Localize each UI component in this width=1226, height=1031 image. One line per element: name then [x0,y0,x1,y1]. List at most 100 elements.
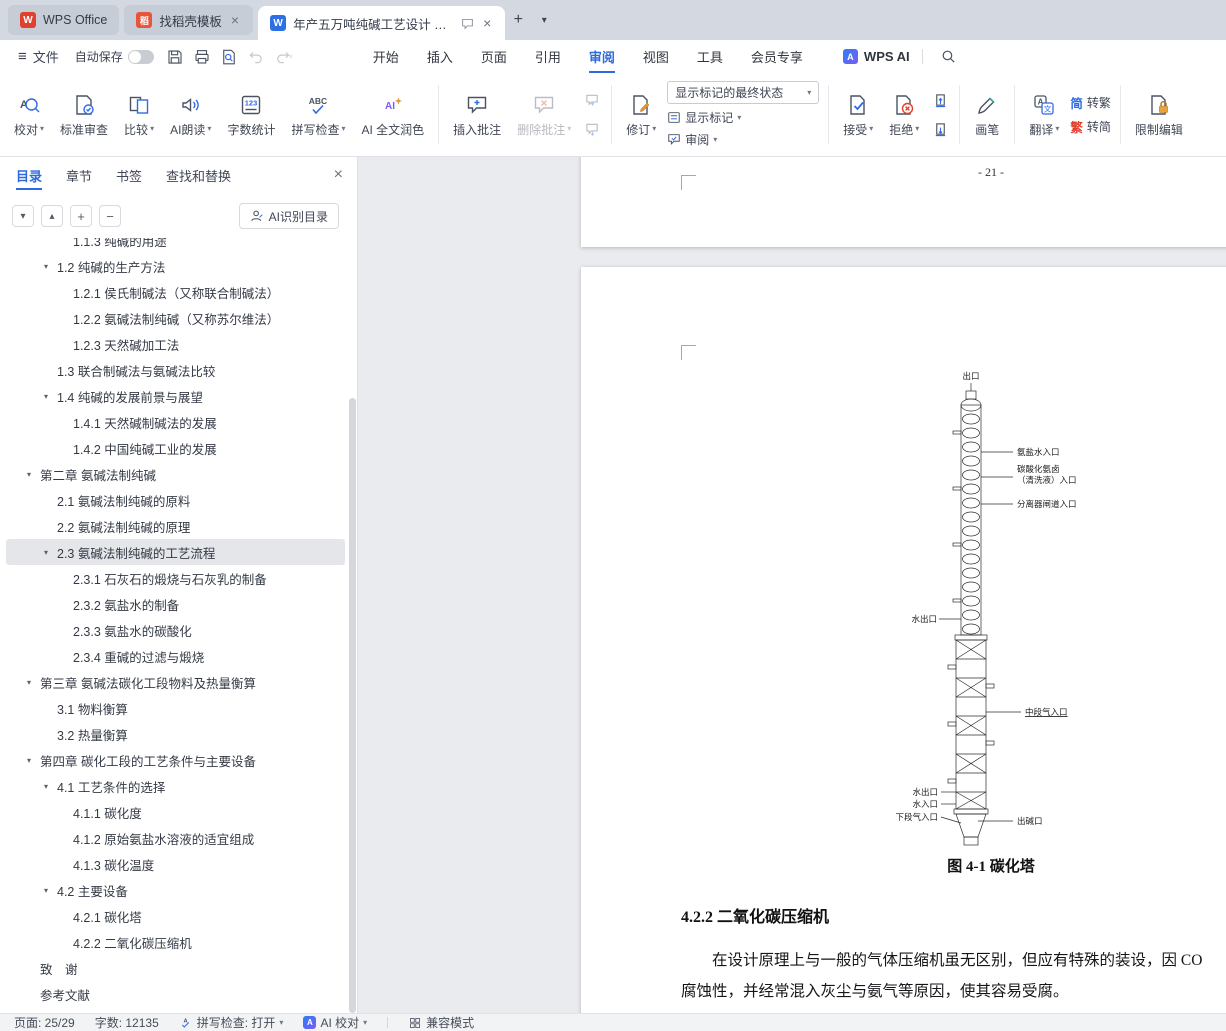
menu-tab[interactable]: 会员专享 [737,40,817,73]
autosave-control[interactable]: 自动保存 [67,48,162,65]
toc-item[interactable]: ▾ 2.2 氨碱法制纯碱的原理 [6,513,345,539]
toc-item[interactable]: ▾ 1.2 纯碱的生产方法 [6,253,345,279]
toc-item[interactable]: ▾ 4.1.1 碳化度 [6,799,345,825]
ai-proofread-status[interactable]: A AI 校对 ▾ [303,1014,367,1031]
previous-comment-button[interactable] [581,89,603,111]
expand-all-button[interactable]: ▴ [41,205,63,227]
zoom-in-toc-button[interactable]: + [70,205,92,227]
redo-button[interactable]: ▾ [270,45,297,69]
toc-item[interactable]: ▾ 1.2.1 侯氏制碱法（又称联合制碱法） [6,279,345,305]
previous-change-button[interactable] [929,89,951,111]
translate-label: 翻译 [1029,121,1053,138]
new-tab-button[interactable]: + [505,5,531,35]
reject-icon [891,92,917,118]
menu-tab[interactable]: 页面 [467,40,521,73]
toc-item[interactable]: ▾ 2.1 氨碱法制纯碱的原料 [6,487,345,513]
compare-button[interactable]: 比较▾ [116,79,162,151]
wps-ai-button[interactable]: A WPS AI [843,49,910,64]
ai-polish-button[interactable]: AI AI 全文润色 [353,79,432,151]
toc-item[interactable]: ▾ 1.4.1 天然碱制碱法的发展 [6,409,345,435]
divider [387,1017,388,1028]
insert-comment-button[interactable]: 插入批注 [445,79,509,151]
toc-scrollbar[interactable] [349,398,356,1013]
search-button[interactable] [935,45,962,69]
toc-item[interactable]: ▾ 3.2 热量衡算 [6,721,345,747]
translate-button[interactable]: A文 翻译▾ [1021,79,1067,151]
toc-item[interactable]: ▾ 1.2.3 天然碱加工法 [6,331,345,357]
show-markup-button[interactable]: 显示标记 ▾ [667,109,819,126]
toc-item[interactable]: ▾ 1.1.3 纯碱的用途 [6,238,345,253]
simplified-to-traditional-button[interactable]: 简 转繁 [1070,93,1111,112]
tab-wps-office[interactable]: W WPS Office [8,5,119,35]
next-comment-button[interactable] [581,118,603,140]
print-preview-button[interactable] [216,45,243,69]
reject-change-button[interactable]: 拒绝▾ [881,79,927,151]
sidebar-tab[interactable]: 查找和替换 [166,157,231,194]
accept-change-button[interactable]: 接受▾ [835,79,881,151]
toc-item[interactable]: ▾ 1.2.2 氨碱法制纯碱（又称苏尔维法） [6,305,345,331]
toc-item[interactable]: ▾ 2.3.3 氨盐水的碳酸化 [6,617,345,643]
traditional-to-simplified-button[interactable]: 繁 转简 [1070,117,1111,136]
toc-item[interactable]: ▾ 4.2.2 二氧化碳压缩机 [6,929,345,955]
next-change-button[interactable] [929,118,951,140]
print-button[interactable] [189,45,216,69]
save-button[interactable] [162,45,189,69]
ai-recognize-toc-button[interactable]: AI识别目录 [239,203,339,229]
collapse-all-button[interactable]: ▾ [12,205,34,227]
toc-item[interactable]: ▾ 参考文献 [6,981,345,1007]
toc-item[interactable]: ▾ 3.1 物料衡算 [6,695,345,721]
tab-document-active[interactable]: W 年产五万吨纯碱工艺设计 计算 × [258,6,505,40]
review-pane-button[interactable]: 审阅 ▾ [667,131,819,148]
zoom-out-toc-button[interactable]: − [99,205,121,227]
sidebar-tab[interactable]: 章节 [66,157,92,194]
spell-check-button[interactable]: ABC 拼写检查▾ [283,79,353,151]
sidebar-tab[interactable]: 书签 [116,157,142,194]
menu-tab[interactable]: 引用 [521,40,575,73]
spell-check-status[interactable]: A 拼写检查: 打开 ▾ [179,1014,284,1031]
menu-tab[interactable]: 插入 [413,40,467,73]
toc-item[interactable]: ▾ 第二章 氨碱法制纯碱 [6,461,345,487]
tab-list-button[interactable]: ▾ [531,5,557,35]
proofread-button[interactable]: A 校对▾ [6,79,52,151]
menu-tab[interactable]: 视图 [629,40,683,73]
toc-item[interactable]: ▾ 致 谢 [6,955,345,981]
word-count-button[interactable]: 123 字数统计 [219,79,283,151]
track-changes-button[interactable]: 修订▾ [618,79,664,151]
markup-state-dropdown[interactable]: 显示标记的最终状态 ▾ [667,81,819,104]
toc-item[interactable]: ▾ 1.4 纯碱的发展前景与展望 [6,383,345,409]
ai-read-aloud-button[interactable]: AI朗读▾ [162,79,219,151]
toc-item[interactable]: ▾ 1.4.2 中国纯碱工业的发展 [6,435,345,461]
tab-docer-templates[interactable]: 稻 找稻壳模板 × [124,5,253,35]
page-22[interactable]: 出口 氨盐水入口 碳酸化氨卤 （清洗液）入口 分离器闸道入口 中段气入口 出碱口… [581,267,1226,1013]
autosave-toggle[interactable] [128,50,154,64]
toc-item[interactable]: ▾ 2.3 氨碱法制纯碱的工艺流程 [6,539,345,565]
sidebar-tab[interactable]: 目录 [16,157,42,194]
toc-item-label: 3.2 热量衡算 [57,725,128,744]
toc-item[interactable]: ▾ 2.3.2 氨盐水的制备 [6,591,345,617]
menu-tab[interactable]: 审阅 [575,40,629,73]
toc-item[interactable]: ▾ 2.3.1 石灰石的煅烧与石灰乳的制备 [6,565,345,591]
close-icon[interactable]: × [229,12,241,28]
document-area[interactable]: - 21 - [358,157,1226,1013]
toc-item[interactable]: ▾ 4.2 主要设备 [6,877,345,903]
menu-tab[interactable]: 开始 [359,40,413,73]
toc-item[interactable]: ▾ 4.1.3 碳化温度 [6,851,345,877]
toc-item[interactable]: ▾ 第四章 碳化工段的工艺条件与主要设备 [6,747,345,773]
toc-item[interactable]: ▾ 4.2.1 碳化塔 [6,903,345,929]
close-icon[interactable]: × [481,15,493,31]
toc-item[interactable]: ▾ 第三章 氨碱法碳化工段物料及热量衡算 [6,669,345,695]
close-sidebar-icon[interactable]: × [334,166,343,184]
compatibility-mode-indicator[interactable]: 兼容模式 [408,1014,474,1031]
undo-button[interactable] [243,45,270,69]
toc-item[interactable]: ▾ 4.1.2 原始氨盐水溶液的适宜组成 [6,825,345,851]
insert-comment-icon [464,92,490,118]
file-menu-button[interactable]: ≡ 文件 [10,47,67,66]
toc-item[interactable]: ▾ 1.3 联合制碱法与氨碱法比较 [6,357,345,383]
delete-comment-button[interactable]: 删除批注▾ [509,79,579,151]
toc-item[interactable]: ▾ 4.1 工艺条件的选择 [6,773,345,799]
toc-item[interactable]: ▾ 2.3.4 重碱的过滤与煅烧 [6,643,345,669]
restrict-editing-button[interactable]: 限制编辑 [1127,79,1191,151]
standard-review-button[interactable]: 标准审查 [52,79,116,151]
ink-brush-button[interactable]: 画笔 [966,79,1008,151]
menu-tab[interactable]: 工具 [683,40,737,73]
